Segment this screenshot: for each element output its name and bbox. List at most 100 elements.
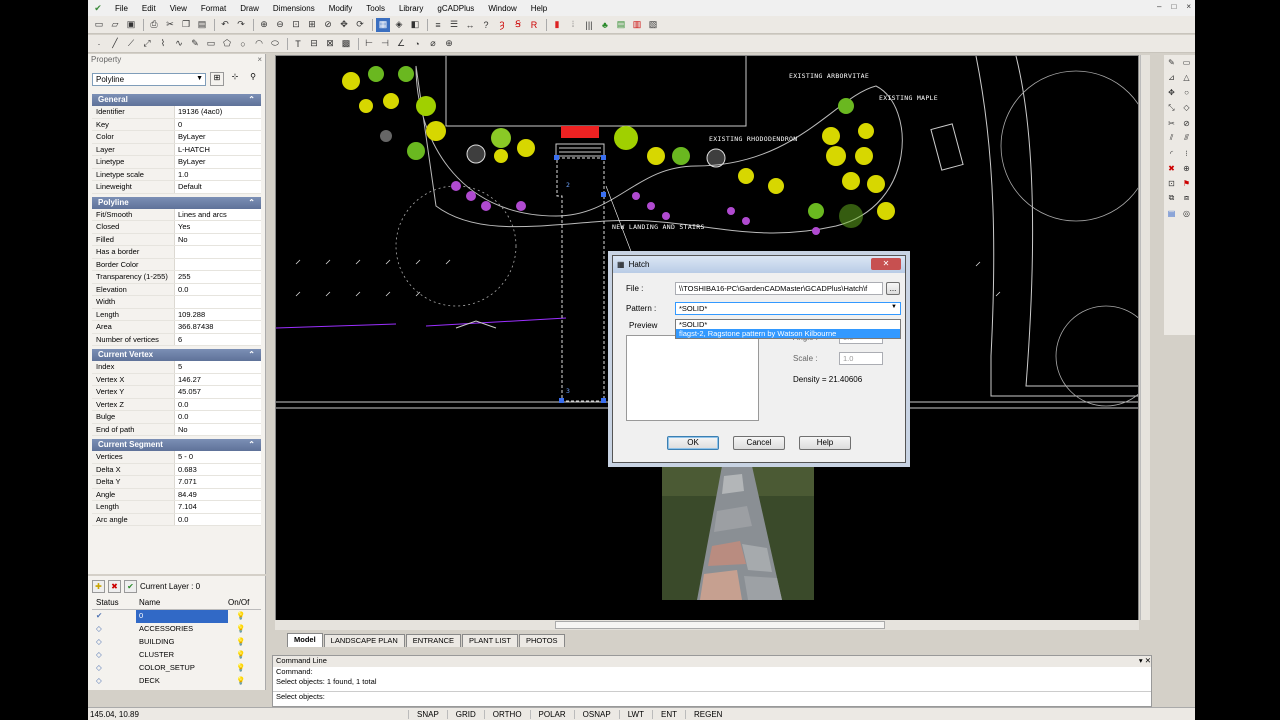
- delete-layer-icon[interactable]: ✖: [108, 579, 121, 593]
- property-value[interactable]: No: [174, 423, 261, 435]
- menu-tools[interactable]: Tools: [359, 4, 392, 13]
- point-icon[interactable]: ·: [92, 37, 106, 51]
- arc-icon[interactable]: ◠: [252, 37, 266, 51]
- property-value[interactable]: 366.87438: [174, 321, 261, 333]
- property-value[interactable]: 0.683: [174, 463, 261, 475]
- block-create-icon[interactable]: ⊠: [323, 37, 337, 51]
- rectangle-icon[interactable]: ▭: [204, 37, 218, 51]
- property-value[interactable]: 45.057: [174, 386, 261, 398]
- polygon-icon[interactable]: ⬠: [220, 37, 234, 51]
- print-icon[interactable]: ⎙: [147, 18, 161, 32]
- layer-row[interactable]: ✔ 0 💡: [92, 610, 261, 623]
- group-icon[interactable]: ⧉: [1165, 192, 1178, 205]
- grid-toggle[interactable]: GRID: [446, 709, 484, 719]
- attrib-icon[interactable]: ◎: [1180, 207, 1193, 220]
- property-value[interactable]: 1.0: [174, 168, 261, 180]
- ungroup-icon[interactable]: ⧈: [1180, 192, 1193, 205]
- property-value[interactable]: 7.104: [174, 501, 261, 513]
- zoom-extents-icon[interactable]: ⊞: [305, 18, 319, 32]
- vertical-scrollbar[interactable]: [1140, 55, 1150, 620]
- spline-icon[interactable]: ∿: [172, 37, 186, 51]
- properties-icon[interactable]: ☰: [447, 18, 461, 32]
- dim-radius-icon[interactable]: ◔: [410, 37, 424, 51]
- property-value[interactable]: No: [174, 233, 261, 245]
- collapse-icon[interactable]: ⌃: [248, 198, 255, 208]
- property-value[interactable]: 146.27: [174, 373, 261, 385]
- property-value[interactable]: [174, 258, 261, 270]
- property-value[interactable]: 255: [174, 271, 261, 283]
- property-value[interactable]: 7.071: [174, 476, 261, 488]
- layer-row[interactable]: ◇ COLOR_SETUP 💡: [92, 662, 261, 675]
- column-onoff[interactable]: On/Of: [228, 596, 258, 609]
- copy-object-icon[interactable]: ▭: [1180, 56, 1193, 69]
- lwt-toggle[interactable]: LWT: [618, 709, 652, 719]
- lightbulb-icon[interactable]: 💡: [228, 649, 258, 662]
- collapse-icon[interactable]: ⌃: [248, 95, 255, 105]
- zoom-in-icon[interactable]: ⊕: [257, 18, 271, 32]
- scale-field[interactable]: 1.0: [839, 352, 883, 365]
- property-value[interactable]: Default: [174, 181, 261, 193]
- column-name[interactable]: Name: [136, 596, 228, 609]
- new-layer-icon[interactable]: ✚: [92, 579, 105, 593]
- rotate-icon[interactable]: ○: [1180, 86, 1193, 99]
- scroll-thumb[interactable]: [555, 621, 885, 629]
- tab-landscape-plan[interactable]: LANDSCAPE PLAN: [323, 634, 405, 647]
- property-value[interactable]: [174, 296, 261, 308]
- open-folder-icon[interactable]: ▱: [108, 18, 122, 32]
- dim-leader-icon[interactable]: ⊕: [442, 37, 456, 51]
- set-current-icon[interactable]: ✔: [124, 579, 137, 593]
- freehand-icon[interactable]: ✎: [188, 37, 202, 51]
- layer-row[interactable]: ◇ CLUSTER 💡: [92, 649, 261, 662]
- cancel-button[interactable]: Cancel: [733, 436, 785, 450]
- fillet-icon[interactable]: ◜: [1165, 147, 1178, 160]
- lightbulb-icon[interactable]: 💡: [228, 610, 258, 623]
- section-header[interactable]: Current Vertex ⌃: [92, 349, 261, 361]
- quick-select-icon[interactable]: ⊞: [210, 72, 224, 86]
- collapse-icon[interactable]: ⌃: [248, 440, 255, 450]
- color-palette-icon[interactable]: ▮: [550, 18, 564, 32]
- select-objects-icon[interactable]: ⊹: [228, 72, 242, 86]
- ok-button[interactable]: OK: [667, 436, 719, 450]
- section-header[interactable]: General ⌃: [92, 94, 261, 106]
- explode-obj-icon[interactable]: ✖: [1165, 162, 1178, 175]
- move-icon[interactable]: ✥: [1165, 86, 1178, 99]
- line-icon[interactable]: ╱: [108, 37, 122, 51]
- redo-icon[interactable]: ↷: [234, 18, 248, 32]
- lightbulb-icon[interactable]: 💡: [228, 623, 258, 636]
- lineweight-icon[interactable]: |||: [582, 18, 596, 32]
- text-icon[interactable]: T: [291, 37, 305, 51]
- trim-icon[interactable]: ✂: [1165, 117, 1178, 130]
- menu-window[interactable]: Window: [481, 4, 523, 13]
- menu-edit[interactable]: Edit: [135, 4, 163, 13]
- zoom-window-icon[interactable]: ⊡: [289, 18, 303, 32]
- tab-entrance[interactable]: ENTRANCE: [405, 634, 462, 647]
- command-input[interactable]: Select objects:: [273, 691, 1151, 701]
- stretch-icon[interactable]: ◇: [1180, 101, 1193, 114]
- array-icon[interactable]: ⁝: [1180, 147, 1193, 160]
- property-value[interactable]: 5 - 0: [174, 451, 261, 463]
- offset-icon[interactable]: △: [1180, 71, 1193, 84]
- linetype-icon[interactable]: ⦙: [566, 18, 580, 32]
- menu-dimensions[interactable]: Dimensions: [266, 4, 322, 13]
- explode-icon[interactable]: Ꞩ: [511, 18, 525, 32]
- lightbulb-icon[interactable]: 💡: [228, 662, 258, 675]
- property-value[interactable]: 19136 (4ac0): [174, 106, 261, 118]
- pattern-option[interactable]: flagst-2, Ragstone pattern by Watson Kil…: [676, 329, 900, 338]
- column-status[interactable]: Status: [92, 596, 136, 609]
- circle-icon[interactable]: ○: [236, 37, 250, 51]
- property-value[interactable]: 109.288: [174, 308, 261, 320]
- ent-toggle[interactable]: ENT: [651, 709, 685, 719]
- collapse-icon[interactable]: ⌃: [248, 350, 255, 360]
- panel-close-icon[interactable]: ▾ ✕: [1139, 656, 1151, 667]
- dim-angular-icon[interactable]: ∠: [394, 37, 408, 51]
- layer-row[interactable]: ◇ BUILDING 💡: [92, 636, 261, 649]
- menu-library[interactable]: Library: [392, 4, 430, 13]
- panel-close-icon[interactable]: ×: [257, 55, 262, 66]
- new-file-icon[interactable]: ▭: [92, 18, 106, 32]
- distance-icon[interactable]: ↔: [463, 18, 477, 32]
- restore-icon[interactable]: □: [1171, 2, 1176, 11]
- view-top-icon[interactable]: ▦: [376, 17, 390, 32]
- property-value[interactable]: ByLayer: [174, 131, 261, 143]
- label-icon[interactable]: ▥: [630, 18, 644, 32]
- lightbulb-icon[interactable]: 💡: [228, 675, 258, 688]
